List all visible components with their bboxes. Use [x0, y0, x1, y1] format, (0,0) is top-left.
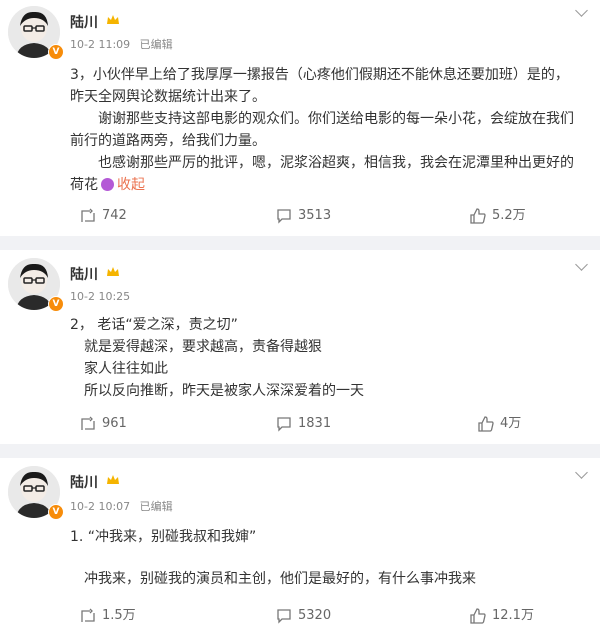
- post-meta: 10-2 11:09 已编辑: [70, 36, 179, 52]
- chevron-down-icon[interactable]: [575, 258, 588, 271]
- post-meta: 10-2 10:07 已编辑: [70, 498, 179, 514]
- post-card: V 陆川 10-2 10:07 已编辑 1. “冲我来，别碰我叔和我婶” 冲我来…: [0, 458, 600, 630]
- post-line: 冲我来，别碰我的演员和主创，他们是最好的，有什么事冲我来: [84, 571, 476, 587]
- repost-count: 1.5万: [102, 608, 136, 623]
- thumbs-up-icon: [478, 416, 494, 432]
- comment-icon: [277, 609, 291, 624]
- post-card: V 陆川 10-2 11:09 已编辑 3，小伙伴早上给了我厚厚一摞报告（心疼他…: [0, 0, 600, 236]
- repost-icon: [81, 208, 95, 222]
- author-name[interactable]: 陆川: [70, 472, 98, 492]
- post-line: 就是爱得越深，要求越高，责备得越狠: [84, 339, 322, 355]
- post-line: 1. “冲我来，别碰我叔和我婶”: [70, 529, 257, 545]
- verified-v-icon: V: [48, 504, 64, 520]
- author-name[interactable]: 陆川: [70, 264, 98, 284]
- verified-v-icon: V: [48, 44, 64, 60]
- comment-count: 3513: [298, 208, 332, 223]
- edited-label: 已编辑: [139, 38, 173, 51]
- crown-icon: [107, 267, 119, 276]
- post-line: 家人往往如此: [84, 361, 168, 377]
- like-count: 5.2万: [492, 208, 526, 223]
- comment-icon: [277, 417, 291, 432]
- weibo-feed: V 陆川 10-2 11:09 已编辑 3，小伙伴早上给了我厚厚一摞报告（心疼他…: [0, 0, 600, 630]
- post-time[interactable]: 10-2 11:09: [70, 38, 130, 51]
- post-paragraph: 谢谢那些支持这部电影的观众们。你们送给电影的每一朵小花，会绽放在我们前行的道路两…: [70, 111, 574, 149]
- action-bar: 1.5万 5320 12.1万: [0, 606, 600, 626]
- comment-count: 5320: [298, 608, 332, 623]
- flower-icon: [101, 178, 114, 191]
- post-body: 3，小伙伴早上给了我厚厚一摞报告（心疼他们假期还不能休息还要加班）是的，昨天全网…: [70, 64, 582, 196]
- crown-icon: [107, 15, 119, 24]
- post-paragraph-text: 也感谢那些严厉的批评，嗯，泥浆浴超爽，相信我，我会在泥潭里种出更好的荷花: [70, 155, 574, 193]
- chevron-down-icon[interactable]: [575, 4, 588, 17]
- comment-count: 1831: [298, 416, 332, 431]
- repost-icon: [81, 416, 95, 430]
- post-time[interactable]: 10-2 10:25: [70, 290, 130, 303]
- post-paragraph: 3，小伙伴早上给了我厚厚一摞报告（心疼他们假期还不能休息还要加班）是的，昨天全网…: [70, 67, 569, 105]
- post-time[interactable]: 10-2 10:07: [70, 500, 130, 513]
- chevron-down-icon[interactable]: [575, 466, 588, 479]
- edited-label: 已编辑: [139, 500, 173, 513]
- comment-icon: [277, 209, 291, 224]
- repost-count: 742: [102, 208, 127, 223]
- post-meta: 10-2 10:25: [70, 290, 136, 303]
- verified-v-icon: V: [48, 296, 64, 312]
- action-bar: 961 1831 4万: [0, 414, 600, 434]
- post-body: 1. “冲我来，别碰我叔和我婶” 冲我来，别碰我的演员和主创，他们是最好的，有什…: [70, 526, 582, 590]
- like-count: 4万: [500, 416, 522, 431]
- like-count: 12.1万: [492, 608, 534, 623]
- post-paragraph: 也感谢那些严厉的批评，嗯，泥浆浴超爽，相信我，我会在泥潭里种出更好的荷花 收起: [70, 152, 582, 196]
- author-name[interactable]: 陆川: [70, 12, 98, 32]
- post-separator: [0, 236, 600, 250]
- action-bar: 742 3513 5.2万: [0, 206, 600, 226]
- crown-icon: [107, 475, 119, 484]
- post-card: V 陆川 10-2 10:25 2， 老话“爱之深，责之切” 就是爱得越深，要求…: [0, 250, 600, 444]
- repost-count: 961: [102, 416, 127, 431]
- collapse-link[interactable]: 收起: [117, 177, 145, 193]
- thumbs-up-icon: [470, 608, 486, 624]
- thumbs-up-icon: [470, 208, 486, 224]
- post-line: 2， 老话“爱之深，责之切”: [70, 317, 238, 333]
- repost-icon: [81, 608, 95, 622]
- post-separator: [0, 444, 600, 458]
- post-body: 2， 老话“爱之深，责之切” 就是爱得越深，要求越高，责备得越狠 家人往往如此 …: [70, 314, 582, 402]
- post-line: 所以反向推断，昨天是被家人深深爱着的一天: [84, 383, 364, 399]
